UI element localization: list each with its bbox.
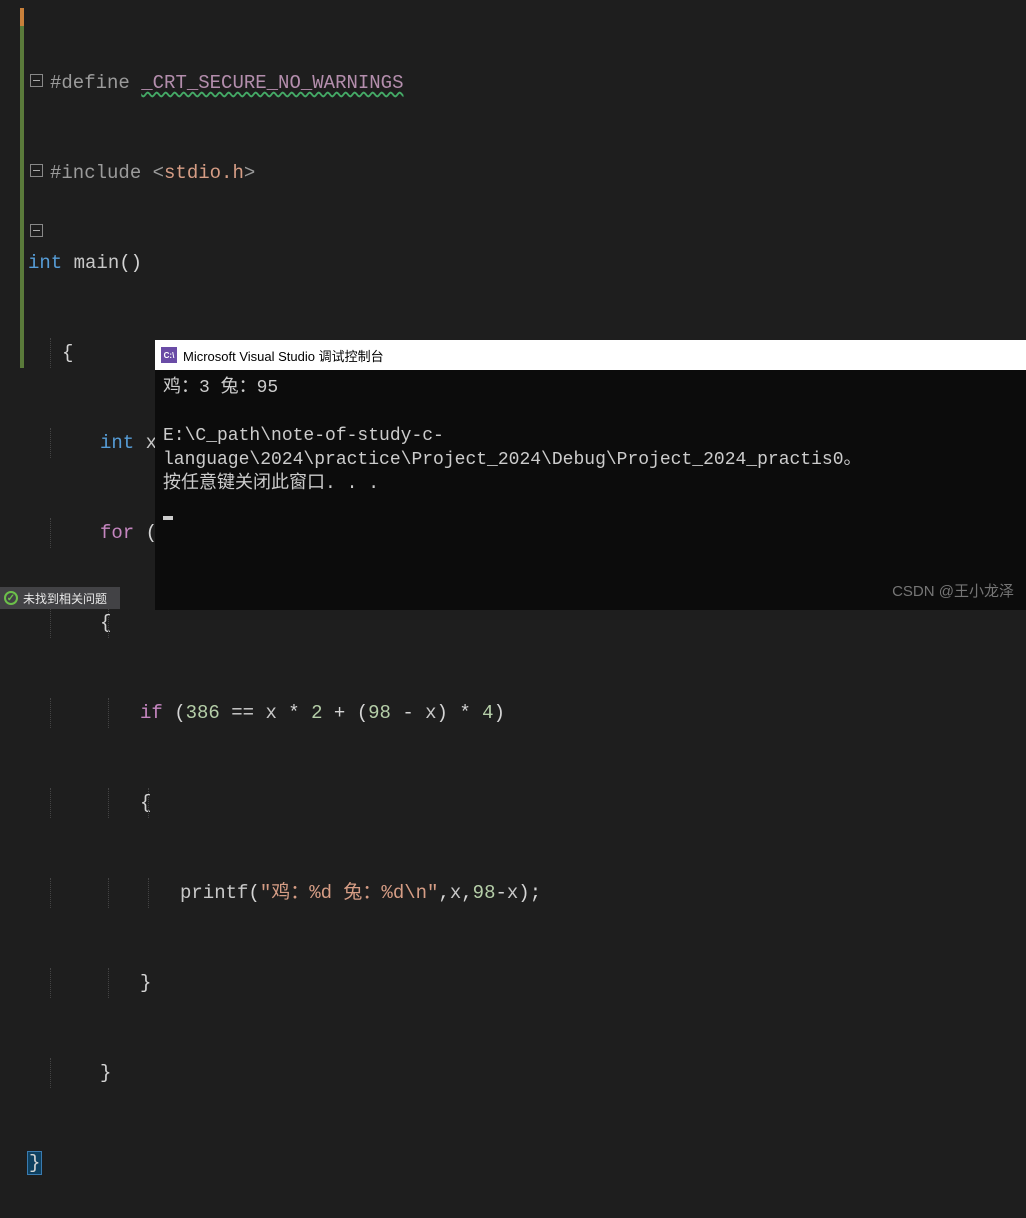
- code-line: }: [50, 968, 541, 998]
- fold-toggle[interactable]: [30, 164, 43, 177]
- check-circle-icon: ✓: [4, 591, 18, 605]
- change-marker-green: [20, 8, 24, 368]
- console-icon: C:\: [161, 347, 177, 363]
- code-line: int main(): [28, 248, 541, 278]
- console-titlebar[interactable]: C:\ Microsoft Visual Studio 调试控制台: [155, 340, 1026, 370]
- gutter: [0, 0, 50, 609]
- fold-toggle[interactable]: [30, 224, 43, 237]
- code-line: }: [50, 1148, 541, 1178]
- console-cursor: [163, 516, 173, 520]
- status-text: 未找到相关问题: [23, 590, 107, 607]
- code-line: printf("鸡：%d 兔：%d\n",x,98-x);: [50, 878, 541, 908]
- code-line: #define _CRT_SECURE_NO_WARNINGS: [50, 68, 541, 98]
- debug-console-window[interactable]: C:\ Microsoft Visual Studio 调试控制台 鸡：3 兔：…: [155, 340, 1026, 610]
- code-line: #include <stdio.h>: [50, 158, 541, 188]
- code-editor[interactable]: #define _CRT_SECURE_NO_WARNINGS #include…: [0, 0, 1026, 609]
- fold-toggle[interactable]: [30, 74, 43, 87]
- console-title-text: Microsoft Visual Studio 调试控制台: [183, 346, 384, 365]
- console-output: 鸡：3 兔：95 E:\C_path\note-of-study-c-langu…: [155, 370, 1026, 610]
- change-marker-orange: [20, 8, 24, 26]
- code-line: {: [50, 788, 541, 818]
- watermark: CSDN @王小龙泽: [892, 580, 1014, 601]
- code-line: if (386 == x * 2 + (98 - x) * 4): [50, 698, 541, 728]
- code-line: {: [50, 608, 541, 638]
- status-bar[interactable]: ✓ 未找到相关问题: [0, 587, 120, 609]
- code-line: }: [50, 1058, 541, 1088]
- code-content[interactable]: #define _CRT_SECURE_NO_WARNINGS #include…: [50, 8, 541, 1218]
